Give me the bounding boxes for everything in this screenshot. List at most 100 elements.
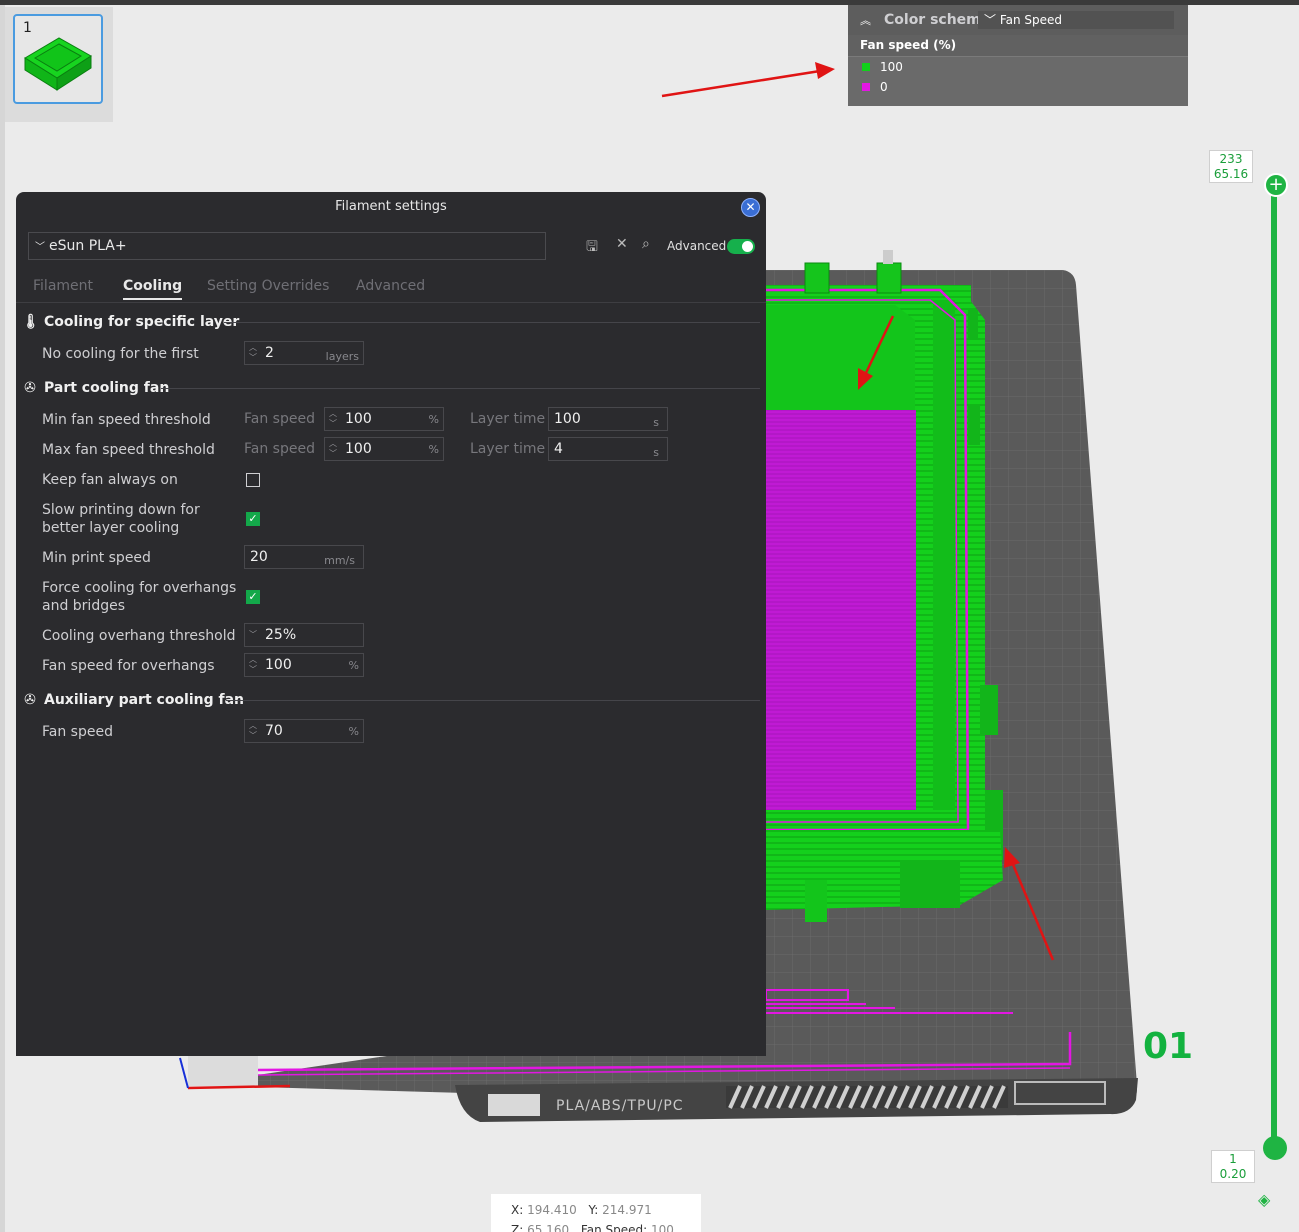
tab-advanced[interactable]: Advanced [356,278,425,294]
slow-down-label-line2: better layer cooling [42,520,180,536]
tab-setting-overrides[interactable]: Setting Overrides [207,278,329,294]
spinner-icon[interactable]: ︿ ﹀ [249,721,257,741]
max-fan-speed-label: Fan speed [244,441,315,457]
preset-name: eSun PLA+ [49,238,127,254]
min-fan-speed-input[interactable]: ︿ ﹀ 100 % [324,407,444,431]
force-cooling-label: Force cooling for overhangs and bridges [42,579,236,615]
spinner-icon[interactable]: ︿ ﹀ [329,409,337,429]
min-fan-threshold-label: Min fan speed threshold [42,412,211,428]
chevron-down-icon: ﹀ [984,13,1000,27]
force-cooling-label-line1: Force cooling for overhangs [42,580,237,596]
max-layer-time-label: Layer time [470,441,546,457]
max-fan-speed-input[interactable]: ︿ ﹀ 100 % [324,437,444,461]
legend-value: 0 [880,80,888,94]
keep-fan-on-checkbox[interactable] [246,473,260,487]
fan-icon: ✇ [24,692,36,708]
spinner-icon[interactable]: ︿ ﹀ [249,343,257,363]
delete-icon[interactable]: ✕ [616,236,628,252]
max-layer-time-input[interactable]: 4 s [548,437,668,461]
layer-slider-track[interactable] [1271,183,1277,1149]
x-value: 194.410 [527,1203,577,1217]
field-value: 70 [265,723,283,739]
spinner-icon[interactable]: ︿ ﹀ [329,439,337,459]
field-unit: % [428,443,439,456]
force-cooling-checkbox[interactable]: ✓ [246,590,260,604]
section-auxiliary-fan: ✇ Auxiliary part cooling fan [22,690,244,710]
color-scheme-value: Fan Speed [999,13,1063,27]
slow-down-label-line1: Slow printing down for [42,502,200,518]
keep-fan-on-label: Keep fan always on [42,472,178,488]
field-value: 25% [265,627,297,643]
overhang-threshold-select[interactable]: ﹀ 25% [244,623,364,647]
overhang-fan-speed-input[interactable]: ︿ ﹀ 100 % [244,653,364,677]
tab-filament[interactable]: Filament [33,278,93,294]
slow-down-checkbox[interactable]: ✓ [246,512,260,526]
layers-icon[interactable]: ◈ [1258,1190,1270,1209]
min-print-speed-label: Min print speed [42,550,151,566]
dialog-title: Filament settings [335,199,447,214]
legend-value: 100 [880,60,903,74]
color-scheme-legend: ︽ Color scheme ﹀ Fan Speed Fan speed (%)… [848,5,1188,106]
min-layer-time-label: Layer time [470,411,546,427]
advanced-toggle[interactable] [727,239,755,254]
thermometer-icon: 🌡 [22,314,40,330]
y-value: 214.971 [602,1203,652,1217]
object-list-panel: 1 [5,7,113,122]
settings-tabs: Filament Cooling Setting Overrides Advan… [16,276,766,303]
wipe-tower [188,1052,258,1086]
legend-item: 0 [848,77,1188,97]
divider [161,388,760,389]
color-scheme-label: Color scheme [884,12,991,28]
section-cooling-specific-layer: 🌡 Cooling for specific layer [22,312,239,332]
spinner-icon[interactable]: ︿ ﹀ [249,655,257,675]
divider [226,700,760,701]
filament-preset-select[interactable]: ﹀ eSun PLA+ [28,232,546,260]
z-label: Z: [511,1223,524,1232]
search-icon[interactable]: ⌕ [642,236,650,252]
field-value: 20 [250,549,268,565]
save-icon[interactable]: 🖫 [586,236,598,260]
aux-fan-speed-input[interactable]: ︿ ﹀ 70 % [244,719,364,743]
divider [224,322,760,323]
axis-z [179,1057,189,1089]
bottom-layer-label: 1 0.20 [1211,1150,1255,1183]
color-scheme-select[interactable]: ﹀ Fan Speed [978,11,1174,29]
top-layer-handle[interactable]: + [1264,173,1288,197]
bottom-layer-number: 1 [1229,1152,1237,1166]
x-label: X: [511,1203,524,1217]
y-label: Y: [588,1203,599,1217]
bed-number: 01 [1143,1026,1193,1067]
overhang-threshold-label: Cooling overhang threshold [42,628,236,644]
collapse-chevron-icon[interactable]: ︽ [860,12,876,28]
min-print-speed-input[interactable]: 20 mm/s [244,545,364,569]
field-value: 100 [345,441,372,457]
overhang-fan-speed-label: Fan speed for overhangs [42,658,215,674]
axis-x [187,1084,291,1090]
field-value: 100 [345,411,372,427]
fan-icon: ✇ [24,380,36,396]
top-layer-height: 65.16 [1213,167,1249,181]
field-unit: % [428,413,439,426]
close-icon[interactable]: ✕ [741,198,760,217]
field-value: 100 [554,411,581,427]
section-title: Part cooling fan [44,380,170,396]
legend-swatch [862,83,870,91]
chevron-down-icon: ﹀ [35,242,45,253]
bed-logo-box [488,1094,540,1116]
bottom-layer-handle[interactable] [1263,1136,1287,1160]
tab-cooling[interactable]: Cooling [123,278,183,300]
force-cooling-label-line2: and bridges [42,598,126,614]
fan-speed-label: Fan Speed: [580,1223,648,1232]
top-layer-number: 233 [1219,152,1243,166]
no-cooling-layers-input[interactable]: ︿ ﹀ 2 layers [244,341,364,365]
bottom-layer-height: 0.20 [1219,1167,1247,1181]
min-fan-speed-label: Fan speed [244,411,315,427]
plate-thumbnail[interactable]: 1 [13,14,103,104]
section-title: Auxiliary part cooling fan [44,692,245,708]
max-fan-threshold-label: Max fan speed threshold [42,442,215,458]
section-title: Cooling for specific layer [44,314,240,330]
top-layer-label: 233 65.16 [1209,150,1253,183]
field-value: 100 [265,657,292,673]
min-layer-time-input[interactable]: 100 s [548,407,668,431]
legend-title: Fan speed (%) [848,35,1188,57]
